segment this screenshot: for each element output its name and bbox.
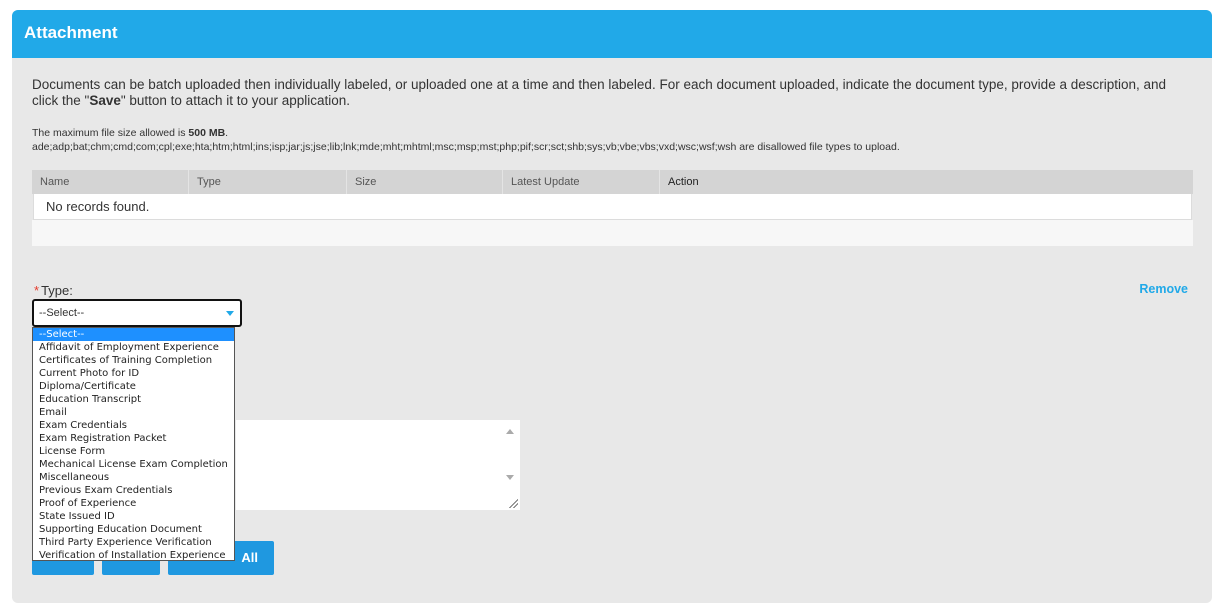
dropdown-option[interactable]: Exam Registration Packet (33, 432, 234, 445)
required-marker: * (34, 283, 40, 298)
dropdown-option[interactable]: --Select-- (33, 328, 234, 341)
type-select[interactable]: --Select-- (32, 299, 242, 327)
panel-title: Attachment (12, 10, 1212, 58)
remove-link[interactable]: Remove (1139, 282, 1188, 296)
type-select-value: --Select-- (39, 307, 85, 319)
column-header-size[interactable]: Size (347, 170, 503, 194)
dropdown-option[interactable]: Diploma/Certificate (33, 380, 234, 393)
column-header-type[interactable]: Type (189, 170, 347, 194)
description-textarea[interactable] (236, 420, 520, 510)
type-dropdown-list[interactable]: --Select-- Affidavit of Employment Exper… (32, 327, 235, 561)
column-header-name[interactable]: Name (32, 170, 189, 194)
dropdown-option[interactable]: License Form (33, 445, 234, 458)
chevron-down-icon (226, 311, 234, 316)
dropdown-option[interactable]: Education Transcript (33, 393, 234, 406)
column-header-latest-update[interactable]: Latest Update (503, 170, 660, 194)
dropdown-option[interactable]: Exam Credentials (33, 419, 234, 432)
dropdown-option[interactable]: Proof of Experience (33, 497, 234, 510)
table-footer (32, 220, 1193, 246)
dropdown-option[interactable]: Miscellaneous (33, 471, 234, 484)
scroll-down-icon[interactable] (506, 475, 514, 480)
attachments-table: Name Type Size Latest Update Action No r… (32, 170, 1193, 246)
resize-grip-icon[interactable] (508, 498, 518, 508)
save-emphasis: Save (89, 92, 121, 108)
instructions-text: Documents can be batch uploaded then ind… (32, 77, 1167, 108)
disallowed-types-line: ade;adp;bat;chm;cmd;com;cpl;exe;hta;htm;… (32, 140, 900, 153)
dropdown-option[interactable]: Verification of Installation Experience (33, 549, 234, 562)
dropdown-option[interactable]: Current Photo for ID (33, 367, 234, 380)
dropdown-option[interactable]: Mechanical License Exam Completion (33, 458, 234, 471)
file-limits: The maximum file size allowed is 500 MB.… (32, 127, 1202, 154)
table-header: Name Type Size Latest Update Action (32, 170, 1193, 194)
dropdown-option[interactable]: Email (33, 406, 234, 419)
dropdown-option[interactable]: State Issued ID (33, 510, 234, 523)
dropdown-option[interactable]: Supporting Education Document (33, 523, 234, 536)
dropdown-option[interactable]: Certificates of Training Completion (33, 354, 234, 367)
column-header-action: Action (668, 176, 699, 188)
empty-records-row: No records found. (33, 194, 1192, 220)
scroll-up-icon[interactable] (506, 429, 514, 434)
dropdown-option[interactable]: Third Party Experience Verification (33, 536, 234, 549)
type-label: * Type: (34, 283, 73, 298)
max-size-line: The maximum file size allowed is 500 MB. (32, 127, 229, 139)
dropdown-option[interactable]: Affidavit of Employment Experience (33, 341, 234, 354)
dropdown-option[interactable]: Previous Exam Credentials (33, 484, 234, 497)
